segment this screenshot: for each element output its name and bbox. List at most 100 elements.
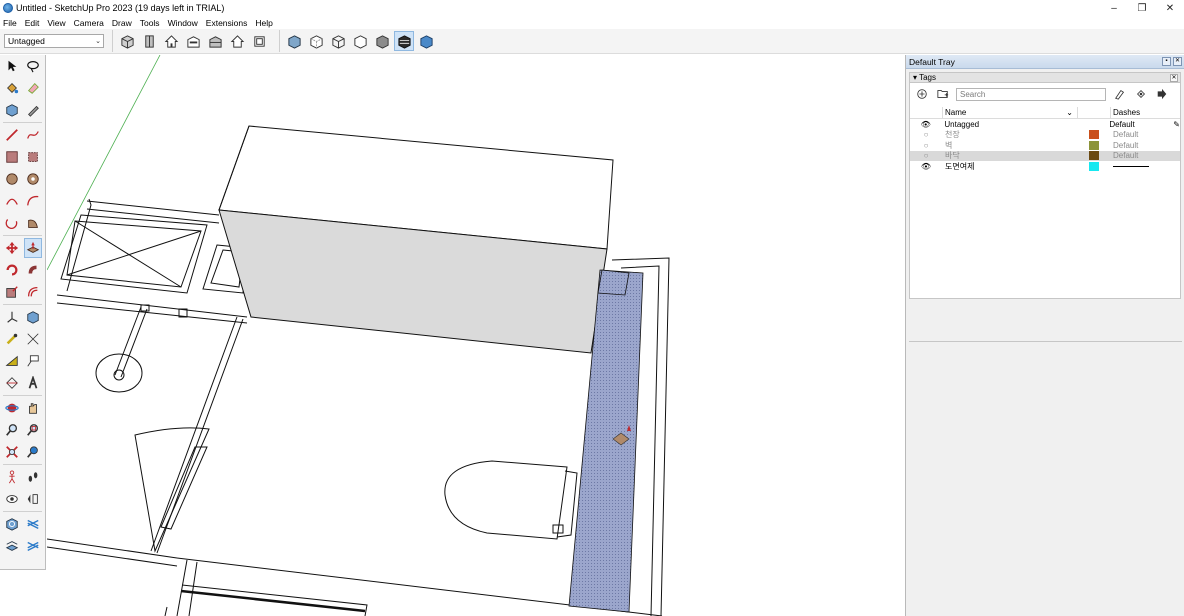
- scale-tool[interactable]: [3, 282, 21, 302]
- sandbox-smoove-tool[interactable]: [3, 536, 21, 556]
- menu-tools[interactable]: Tools: [140, 18, 160, 28]
- back-edges-button[interactable]: [306, 31, 326, 51]
- shaded-icon: [375, 34, 389, 49]
- position-camera-tool[interactable]: [3, 467, 21, 487]
- visibility-toggle[interactable]: 👁: [910, 120, 941, 129]
- visibility-toggle[interactable]: ○: [910, 151, 942, 160]
- circle-tool[interactable]: [3, 169, 21, 189]
- tag-row-wall[interactable]: ○ 벽 Default: [910, 140, 1180, 151]
- zoom-window-tool[interactable]: [24, 420, 42, 440]
- sandbox-from-contours-tool[interactable]: [3, 514, 21, 534]
- line-tool[interactable]: [3, 125, 21, 145]
- tag-color[interactable]: [1078, 140, 1110, 150]
- shaded-button[interactable]: [372, 31, 392, 51]
- solid-tools-tool[interactable]: [3, 307, 21, 327]
- section-plane-tool[interactable]: [24, 489, 42, 509]
- tag-row-floor[interactable]: ○ 바닥 Default: [910, 150, 1180, 161]
- top-view-button[interactable]: [139, 31, 159, 51]
- color-by-tag-button[interactable]: [1133, 86, 1149, 102]
- pin-icon[interactable]: ▪: [1162, 57, 1171, 66]
- back-view-button[interactable]: [205, 31, 225, 51]
- 3d-text-tool[interactable]: [24, 373, 42, 393]
- tag-dropdown[interactable]: Untagged ⌄: [4, 34, 104, 48]
- tag-color[interactable]: [1078, 161, 1110, 171]
- text-tool[interactable]: [24, 351, 42, 371]
- follow-me-tool[interactable]: [24, 260, 42, 280]
- menu-camera[interactable]: Camera: [74, 18, 104, 28]
- pan-tool[interactable]: [24, 398, 42, 418]
- close-icon[interactable]: ✕: [1173, 57, 1182, 66]
- add-folder-button[interactable]: [935, 86, 951, 102]
- axes-tool[interactable]: [3, 373, 21, 393]
- bottom-view-button[interactable]: [249, 31, 269, 51]
- menu-file[interactable]: File: [3, 18, 17, 28]
- front-view-button[interactable]: [161, 31, 181, 51]
- hidden-line-button[interactable]: [350, 31, 370, 51]
- wireframe-button[interactable]: [328, 31, 348, 51]
- tag-row-drawing[interactable]: 👁 도면여제: [910, 161, 1180, 172]
- offset-tool[interactable]: [24, 282, 42, 302]
- push-pull-tool[interactable]: [23, 238, 42, 258]
- menu-extensions[interactable]: Extensions: [206, 18, 248, 28]
- visibility-toggle[interactable]: 👁: [910, 162, 942, 171]
- pie-tool[interactable]: [24, 213, 42, 233]
- orbit-tool[interactable]: [3, 398, 21, 418]
- tags-panel-header[interactable]: ▾ Tags ✕: [909, 72, 1181, 83]
- tag-search-input[interactable]: Search: [956, 87, 1106, 101]
- dashes-column-header[interactable]: Dashes: [1110, 106, 1170, 119]
- outer-shell-tool[interactable]: [24, 307, 42, 327]
- add-tag-button[interactable]: [914, 86, 930, 102]
- tag-tool-button[interactable]: [1112, 86, 1128, 102]
- select-tool[interactable]: [3, 56, 21, 76]
- dimension-tool[interactable]: [24, 329, 42, 349]
- shaded-textures-button[interactable]: [394, 31, 414, 51]
- drawing-canvas[interactable]: [47, 55, 905, 616]
- two-point-arc-tool[interactable]: [24, 191, 42, 211]
- close-button[interactable]: ✕: [1156, 0, 1184, 16]
- rectangle-tool[interactable]: [3, 147, 21, 167]
- monochrome-button[interactable]: [416, 31, 436, 51]
- sandbox-scratch-icon: [27, 519, 39, 529]
- paint-bucket-tool[interactable]: [3, 78, 21, 98]
- right-view-button[interactable]: [183, 31, 203, 51]
- minimize-button[interactable]: –: [1100, 0, 1128, 16]
- tape-measure-tool[interactable]: [3, 329, 21, 349]
- tag-row-ceiling[interactable]: ○ 천장 Default: [910, 130, 1180, 141]
- menu-view[interactable]: View: [47, 18, 65, 28]
- protractor-tool[interactable]: [3, 351, 21, 371]
- tag-color[interactable]: [1078, 151, 1110, 161]
- three-point-arc-tool[interactable]: [3, 213, 21, 233]
- left-view-button[interactable]: [227, 31, 247, 51]
- close-icon[interactable]: ✕: [1170, 73, 1178, 82]
- restore-button[interactable]: ❐: [1128, 0, 1156, 16]
- rotate-tool[interactable]: [3, 260, 21, 280]
- freehand-tool[interactable]: [24, 125, 42, 145]
- visibility-toggle[interactable]: ○: [910, 141, 942, 150]
- rotated-rectangle-tool[interactable]: [24, 147, 42, 167]
- walk-tool[interactable]: [24, 467, 42, 487]
- component-tool[interactable]: [3, 100, 21, 120]
- look-around-tool[interactable]: [3, 489, 21, 509]
- menu-draw[interactable]: Draw: [112, 18, 132, 28]
- tape-measure-tool[interactable]: [24, 100, 42, 120]
- eraser-tool[interactable]: [24, 78, 42, 98]
- visibility-toggle[interactable]: ○: [910, 130, 942, 139]
- tag-color[interactable]: [1078, 130, 1110, 140]
- menu-window[interactable]: Window: [168, 18, 198, 28]
- previous-view-tool[interactable]: [24, 442, 42, 462]
- move-tool[interactable]: [3, 238, 21, 258]
- name-column-header[interactable]: Name ⌄: [942, 106, 1078, 119]
- lasso-tool[interactable]: [24, 56, 42, 76]
- arc-tool[interactable]: [3, 191, 21, 211]
- xray-button[interactable]: [284, 31, 304, 51]
- sandbox-from-scratch-tool[interactable]: [24, 514, 42, 534]
- polygon-tool[interactable]: [24, 169, 42, 189]
- zoom-extents-tool[interactable]: [3, 442, 21, 462]
- sandbox-stamp-tool[interactable]: [24, 536, 42, 556]
- menu-help[interactable]: Help: [255, 18, 272, 28]
- zoom-tool[interactable]: [3, 420, 21, 440]
- menu-edit[interactable]: Edit: [25, 18, 40, 28]
- details-menu-button[interactable]: [1154, 86, 1170, 102]
- tag-row-untagged[interactable]: 👁 Untagged Default ✎: [910, 119, 1180, 130]
- iso-view-button[interactable]: [117, 31, 137, 51]
